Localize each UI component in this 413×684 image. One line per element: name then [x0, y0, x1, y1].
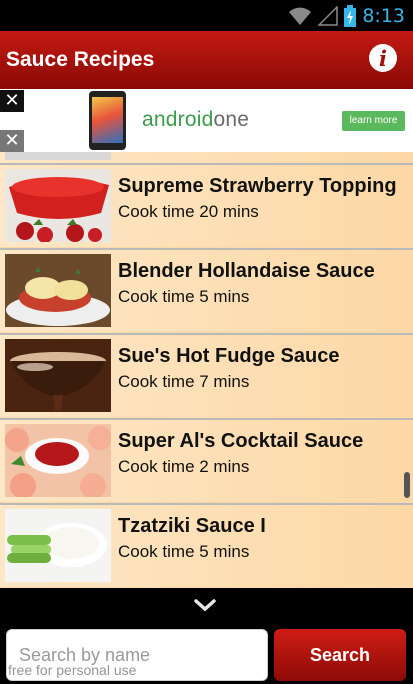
recipe-list[interactable]: Supreme Strawberry Topping Cook time 20 … [0, 152, 413, 588]
chevron-down-icon[interactable] [193, 598, 217, 612]
recipe-name: Sue's Hot Fudge Sauce [118, 345, 340, 367]
list-scrollbar[interactable] [404, 472, 410, 498]
ad-phone-image [89, 91, 126, 150]
battery-charging-icon [344, 4, 357, 27]
recipe-name: Tzatziki Sauce I [118, 515, 266, 537]
list-item[interactable]: Blender Hollandaise Sauce Cook time 5 mi… [0, 248, 413, 332]
recipe-thumbnail [5, 152, 111, 160]
recipe-thumbnail [5, 509, 111, 582]
wifi-icon [289, 7, 312, 25]
recipe-name: Super Al's Cocktail Sauce [118, 430, 364, 452]
recipe-cook-time: Cook time 20 mins [118, 202, 259, 221]
list-item[interactable]: Sue's Hot Fudge Sauce Cook time 7 mins [0, 333, 413, 417]
ad-dismiss-icon[interactable]: ✕ [0, 130, 24, 152]
recipe-thumbnail [5, 339, 111, 412]
ad-brand-text: androidone [142, 108, 250, 131]
watermark-text: free for personal use [8, 662, 137, 678]
ad-banner[interactable]: ✕ ✕ androidone learn more [0, 89, 413, 153]
status-bar: 8:13 [0, 0, 413, 31]
list-item[interactable]: Super Al's Cocktail Sauce Cook time 2 mi… [0, 418, 413, 502]
ad-learn-more-button[interactable]: learn more [342, 111, 405, 131]
recipe-cook-time: Cook time 5 mins [118, 287, 250, 306]
recipe-cook-time: Cook time 5 mins [118, 542, 250, 561]
info-icon[interactable]: i [369, 44, 397, 72]
recipe-thumbnail [5, 424, 111, 497]
app-bar: Sauce Recipes i [0, 31, 413, 89]
recipe-thumbnail [5, 169, 111, 242]
recipe-cook-time: Cook time 2 mins [118, 457, 250, 476]
list-item[interactable]: Tzatziki Sauce I Cook time 5 mins [0, 503, 413, 587]
app-title: Sauce Recipes [6, 48, 155, 71]
search-button[interactable]: Search [274, 629, 406, 681]
clock-time: 8:13 [362, 4, 405, 27]
signal-icon [318, 5, 339, 26]
recipe-cook-time: Cook time 7 mins [118, 372, 250, 391]
recipe-name: Blender Hollandaise Sauce [118, 260, 375, 282]
list-item[interactable]: Supreme Strawberry Topping Cook time 20 … [0, 163, 413, 247]
ad-close-icon[interactable]: ✕ [0, 90, 24, 112]
recipe-thumbnail [5, 254, 111, 327]
recipe-name: Supreme Strawberry Topping [118, 175, 397, 197]
